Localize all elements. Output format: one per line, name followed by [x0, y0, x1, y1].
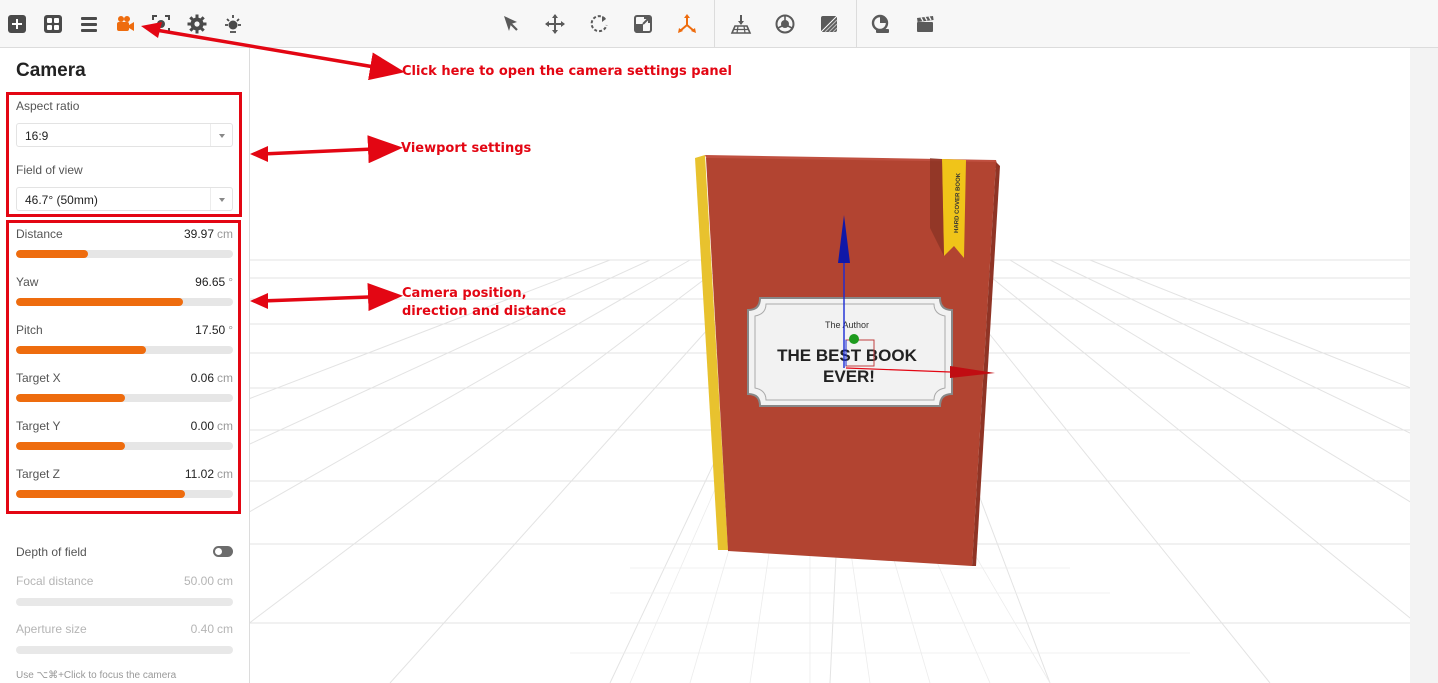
floor-button[interactable]: [726, 9, 756, 39]
annotation-viewport-settings: Viewport settings: [401, 141, 532, 156]
grid-icon: [44, 15, 62, 33]
focal-distance-label: Focal distance: [16, 574, 94, 588]
layers-button[interactable]: [74, 9, 104, 39]
render-icon: [871, 14, 889, 33]
book-title-line2: EVER!: [823, 367, 875, 386]
scale-icon: [634, 15, 652, 33]
focus-icon: [152, 15, 170, 33]
panel-title: Camera: [16, 60, 86, 81]
book-model: HARD COVER BOOK The Author THE BEST BOOK…: [695, 155, 1000, 566]
light-icon: [225, 15, 241, 33]
move-icon: [545, 14, 565, 34]
materials-button[interactable]: [770, 9, 800, 39]
add-icon: [8, 15, 26, 33]
scene-objects-button[interactable]: [38, 9, 68, 39]
camera-position-highlight: [6, 220, 241, 514]
clapperboard-icon: [917, 16, 934, 32]
settings-button[interactable]: [182, 9, 212, 39]
select-arrow-icon: [504, 16, 518, 31]
aperture-size-value: 0.40 cm: [190, 622, 233, 636]
texture-icon: [820, 15, 838, 33]
top-toolbar: [0, 0, 1438, 48]
depth-of-field-label: Depth of field: [16, 545, 87, 559]
camera-settings-panel: Camera Aspect ratio 16:9 Field of view 4…: [0, 48, 250, 683]
lighting-button[interactable]: [218, 9, 248, 39]
toolbar-separator: [714, 0, 715, 48]
transform-tool-button[interactable]: [672, 9, 702, 39]
viewport-scrollbar[interactable]: [1410, 48, 1438, 683]
aperture-size-label: Aperture size: [16, 622, 87, 636]
toolbar-separator: [856, 0, 857, 48]
animation-button[interactable]: [910, 9, 940, 39]
floor-icon: [730, 15, 752, 34]
material-sphere-icon: [775, 14, 795, 34]
render-button[interactable]: [866, 9, 896, 39]
focal-distance-value: 50.00 cm: [183, 574, 233, 588]
focus-hint: Use ⌥⌘+Click to focus the camera: [16, 670, 177, 681]
add-object-button[interactable]: [2, 9, 32, 39]
focal-distance-slider: [16, 598, 233, 606]
annotation-open-panel: Click here to open the camera settings p…: [402, 64, 732, 79]
annotation-camera-line1: Camera position,: [402, 286, 527, 301]
book-author: The Author: [825, 320, 869, 330]
select-tool-button[interactable]: [496, 9, 526, 39]
z-axis-handle: [849, 334, 859, 344]
camera-icon: [117, 16, 134, 31]
annotation-camera-line2: direction and distance: [402, 304, 567, 319]
aperture-size-slider: [16, 646, 233, 654]
scale-tool-button[interactable]: [628, 9, 658, 39]
camera-settings-button[interactable]: [110, 9, 140, 39]
gear-icon: [187, 14, 207, 34]
viewport-settings-highlight: [6, 92, 242, 217]
app-window: Camera Aspect ratio 16:9 Field of view 4…: [0, 0, 1438, 683]
book-title-line1: THE BEST BOOK: [777, 346, 918, 365]
transform-axis-icon: [678, 14, 696, 33]
move-tool-button[interactable]: [540, 9, 570, 39]
focus-button[interactable]: [146, 9, 176, 39]
menu-icon: [81, 17, 97, 32]
rotate-tool-button[interactable]: [584, 9, 614, 39]
textures-button[interactable]: [814, 9, 844, 39]
rotate-icon: [590, 15, 608, 33]
depth-of-field-toggle[interactable]: [213, 546, 233, 557]
